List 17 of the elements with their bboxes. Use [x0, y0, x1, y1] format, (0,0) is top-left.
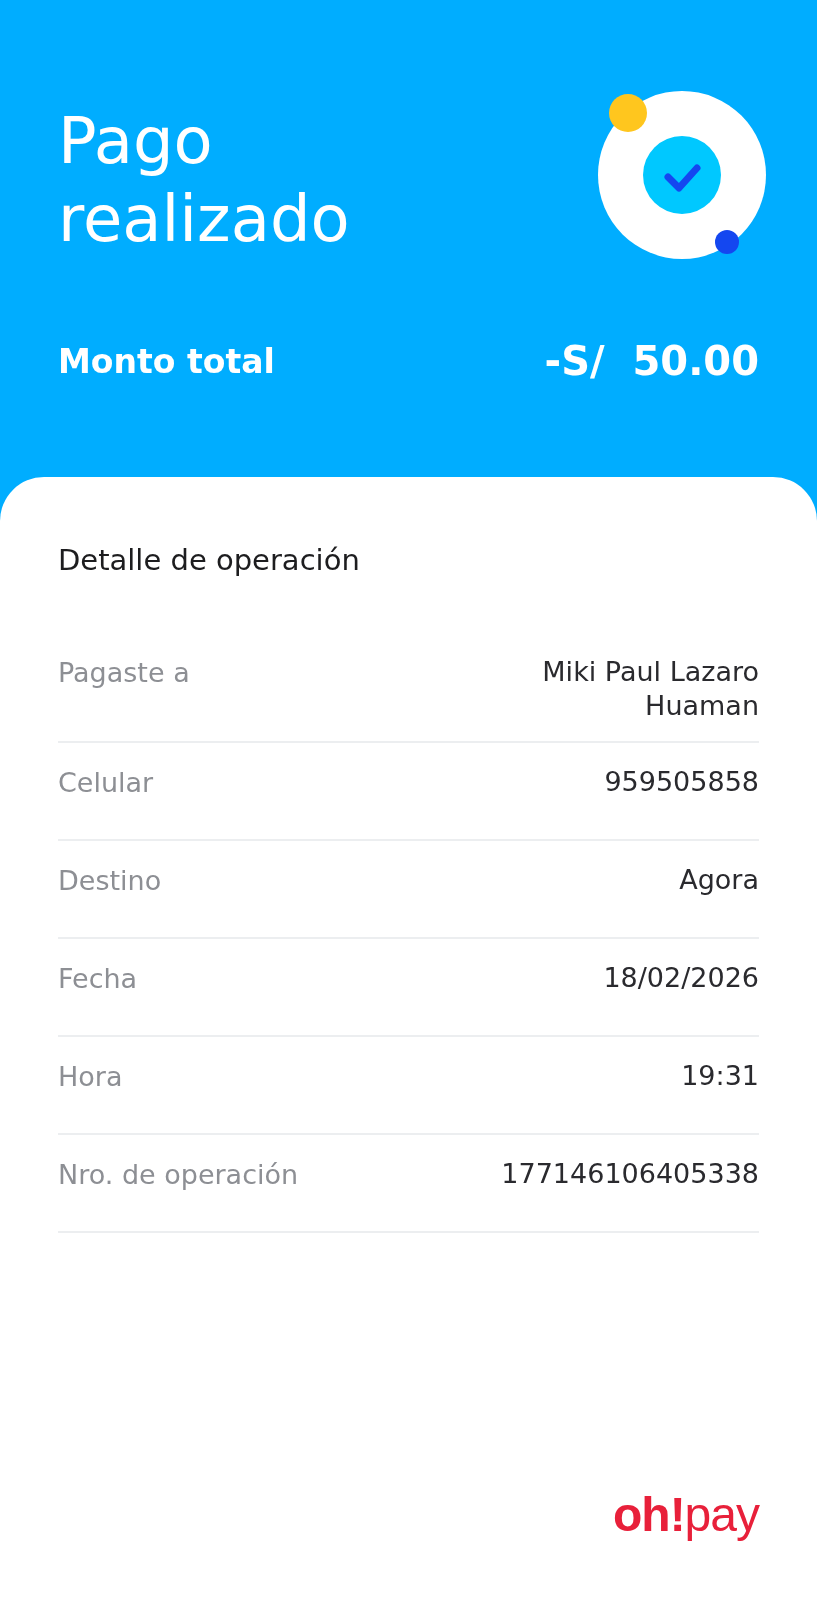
detail-value: 18/02/2026: [602, 961, 759, 995]
total-amount: -S/ 50.00: [544, 338, 759, 384]
brand-logo: oh!pay: [613, 1487, 759, 1542]
detail-label: Nro. de operación: [58, 1158, 299, 1192]
detail-value: Miki Paul Lazaro Huaman: [541, 655, 759, 723]
detail-value: 177146106405338: [500, 1157, 759, 1191]
detail-label: Hora: [58, 1060, 123, 1094]
section-title: Detalle de operación: [58, 542, 361, 579]
detail-value: 19:31: [680, 1059, 759, 1093]
total-label: Monto total: [58, 341, 275, 381]
detail-label: Pagaste a: [58, 656, 190, 690]
detail-label: Celular: [58, 766, 154, 800]
detail-label: Destino: [58, 864, 162, 898]
detail-value: Agora: [678, 863, 759, 897]
detail-value: 959505858: [603, 765, 759, 799]
detail-label: Fecha: [58, 962, 138, 996]
page-title: Pago realizado: [58, 103, 351, 258]
